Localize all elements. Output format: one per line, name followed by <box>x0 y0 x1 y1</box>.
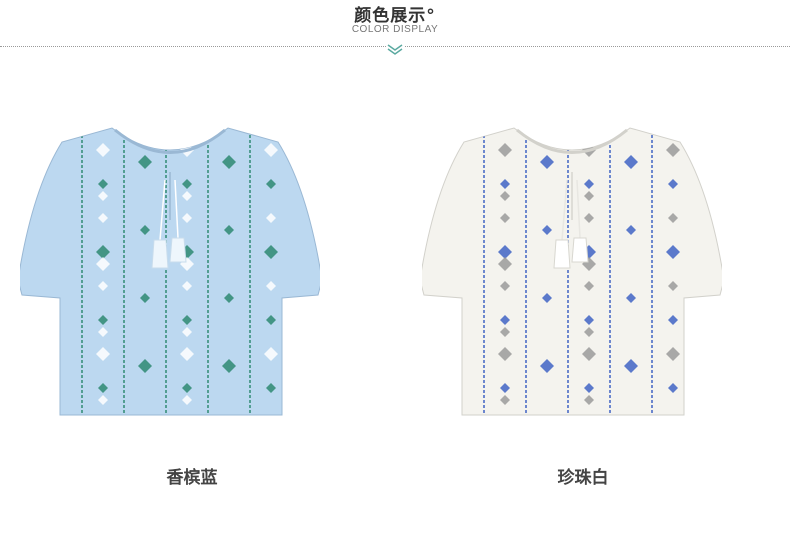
double-chevron-down-icon <box>386 43 404 55</box>
product-label-blue: 香槟蓝 <box>166 468 218 488</box>
blouse-body <box>422 127 722 416</box>
section-header: 颜色展示° COLOR DISPLAY <box>0 0 790 60</box>
product-image-white[interactable] <box>422 120 722 420</box>
blouse-body <box>20 127 320 416</box>
product-image-blue[interactable] <box>20 120 320 420</box>
blouse-image <box>422 127 722 416</box>
product-label-white: 珍珠白 <box>557 468 609 488</box>
blouse-image <box>20 127 320 416</box>
section-subtitle: COLOR DISPLAY <box>351 24 439 35</box>
section-title: 颜色展示° <box>354 6 436 26</box>
